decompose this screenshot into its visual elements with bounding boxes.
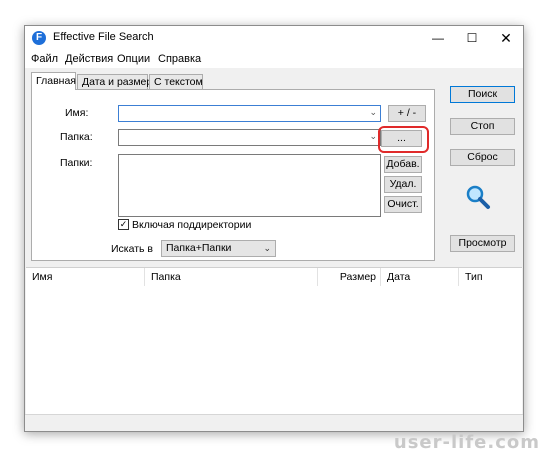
folder-combobox[interactable]: ⌄ bbox=[118, 129, 381, 146]
tab-date-size[interactable]: Дата и размер bbox=[77, 74, 152, 89]
title-bar: F Effective File Search — ☐ ✕ bbox=[25, 26, 523, 50]
watermark: user-life.com bbox=[393, 432, 540, 453]
name-combobox[interactable]: ⌄ bbox=[118, 105, 381, 122]
subdirs-checkbox[interactable]: ✓ bbox=[118, 219, 129, 230]
search-in-value: Папка+Папки bbox=[166, 242, 232, 254]
search-button[interactable]: Поиск bbox=[450, 86, 515, 103]
minimize-button[interactable]: — bbox=[421, 26, 455, 50]
app-icon: F bbox=[32, 31, 46, 45]
tab-main[interactable]: Главная bbox=[31, 72, 76, 90]
results-list[interactable]: Имя Папка Размер Дата Тип bbox=[26, 267, 522, 416]
reset-button[interactable]: Сброс bbox=[450, 149, 515, 166]
plus-minus-button[interactable]: + / - bbox=[388, 105, 426, 122]
chevron-down-icon: ⌄ bbox=[369, 107, 377, 117]
column-header-name[interactable]: Имя bbox=[26, 268, 145, 286]
subdirs-label: Включая поддиректории bbox=[132, 219, 252, 231]
main-window: F Effective File Search — ☐ ✕ Файл Дейст… bbox=[24, 25, 524, 432]
menu-help[interactable]: Справка bbox=[158, 53, 201, 65]
menu-file[interactable]: Файл bbox=[31, 53, 58, 65]
highlight-box bbox=[378, 126, 429, 153]
search-in-label: Искать в bbox=[111, 243, 154, 255]
menu-options[interactable]: Опции bbox=[117, 53, 150, 65]
stop-button[interactable]: Стоп bbox=[450, 118, 515, 135]
name-label: Имя: bbox=[65, 107, 89, 119]
main-tab-panel: Имя: ⌄ + / - Папка: ⌄ Папки: Добав. Удал… bbox=[31, 89, 435, 261]
chevron-down-icon: ⌄ bbox=[263, 243, 271, 253]
clear-folders-button[interactable]: Очист. bbox=[384, 196, 422, 213]
add-folder-button[interactable]: Добав. bbox=[384, 156, 422, 173]
folders-listbox[interactable] bbox=[118, 154, 381, 217]
column-header-folder[interactable]: Папка bbox=[145, 268, 318, 286]
folder-label: Папка: bbox=[60, 131, 93, 143]
chevron-down-icon: ⌄ bbox=[369, 131, 377, 141]
menu-bar: Файл Действия Опции Справка bbox=[25, 50, 523, 68]
window-title: Effective File Search bbox=[53, 31, 154, 43]
maximize-button[interactable]: ☐ bbox=[455, 26, 489, 50]
magnifier-icon bbox=[465, 184, 491, 210]
column-header-size[interactable]: Размер bbox=[318, 268, 381, 286]
status-bar bbox=[25, 414, 523, 431]
column-header-type[interactable]: Тип bbox=[459, 268, 522, 286]
close-button[interactable]: ✕ bbox=[489, 26, 523, 50]
view-button[interactable]: Просмотр bbox=[450, 235, 515, 252]
search-in-select[interactable]: Папка+Папки ⌄ bbox=[161, 240, 276, 257]
column-header-date[interactable]: Дата bbox=[381, 268, 459, 286]
tab-with-text[interactable]: С текстом bbox=[149, 74, 203, 89]
remove-folder-button[interactable]: Удал. bbox=[384, 176, 422, 193]
folders-label: Папки: bbox=[60, 157, 93, 169]
menu-actions[interactable]: Действия bbox=[65, 53, 113, 65]
